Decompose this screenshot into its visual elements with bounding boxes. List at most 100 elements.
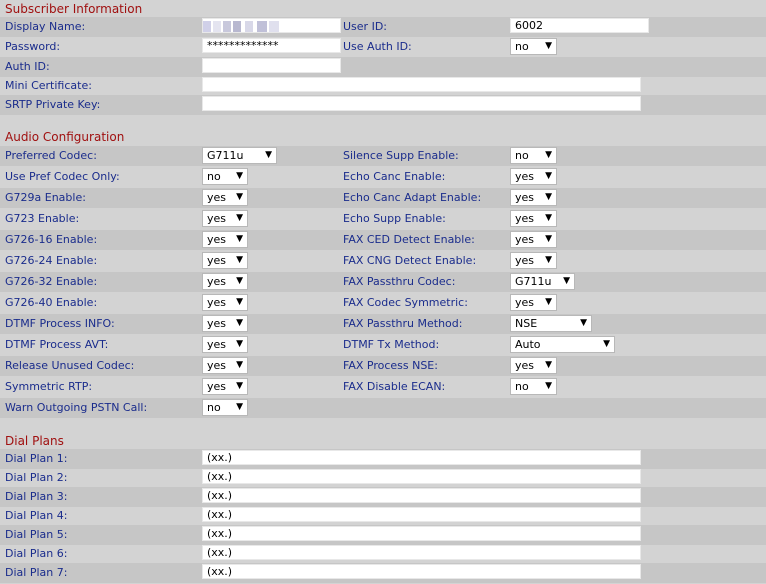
select-value: no <box>207 401 221 414</box>
audio-setting-select[interactable]: no ▼ <box>202 399 248 416</box>
audio-setting-select[interactable]: no ▼ <box>510 147 557 164</box>
dial-plan-field[interactable]: (xx.) <box>202 507 641 522</box>
audio-setting-label: FAX Passthru Method: <box>343 317 463 330</box>
dial-plan-label: Dial Plan 2: <box>5 471 68 484</box>
dial-plan-row: Dial Plan 2: (xx.) <box>0 468 766 488</box>
select-value: Auto <box>515 338 541 351</box>
audio-setting-select[interactable]: yes ▼ <box>202 252 248 269</box>
audio-setting-label: G726-32 Enable: <box>5 275 98 288</box>
auth-id-row: Auth ID: <box>0 57 766 77</box>
audio-config-row: Use Pref Codec Only: no ▼ Echo Canc Enable:… <box>0 167 766 187</box>
chevron-down-icon: ▼ <box>545 171 552 181</box>
mini-certificate-label: Mini Certificate: <box>5 79 92 92</box>
srtp-private-key-row: SRTP Private Key: <box>0 95 766 115</box>
chevron-down-icon: ▼ <box>236 234 243 244</box>
audio-setting-select[interactable]: yes ▼ <box>202 273 248 290</box>
audio-setting-select[interactable]: yes ▼ <box>202 231 248 248</box>
chevron-down-icon: ▼ <box>236 402 243 412</box>
dial-plan-row: Dial Plan 3: (xx.) <box>0 487 766 507</box>
audio-config-row: Release Unused Codec: yes ▼ FAX Process NSE… <box>0 356 766 376</box>
audio-setting-select[interactable]: NSE ▼ <box>510 315 592 332</box>
select-value: no <box>515 40 529 53</box>
audio-setting-select[interactable]: yes ▼ <box>202 378 248 395</box>
chevron-down-icon: ▼ <box>603 339 610 349</box>
display-name-label: Display Name: <box>5 20 86 33</box>
audio-setting-label: DTMF Tx Method: <box>343 338 440 351</box>
dial-plan-field[interactable]: (xx.) <box>202 526 641 541</box>
chevron-down-icon: ▼ <box>545 213 552 223</box>
chevron-down-icon: ▼ <box>545 255 552 265</box>
dial-plan-row: Dial Plan 5: (xx.) <box>0 525 766 545</box>
audio-setting-label: FAX CNG Detect Enable: <box>343 254 477 267</box>
dial-plan-row: Dial Plan 4: (xx.) <box>0 506 766 526</box>
audio-setting-select[interactable]: yes ▼ <box>510 168 557 185</box>
dial-plan-field[interactable]: (xx.) <box>202 564 641 579</box>
audio-config-row: Symmetric RTP: yes ▼ FAX Disable ECAN: no ▼ <box>0 377 766 397</box>
audio-setting-select[interactable]: yes ▼ <box>202 336 248 353</box>
dial-plan-field[interactable]: (xx.) <box>202 545 641 560</box>
display-name-row: Display Name: User ID: 6002 <box>0 17 766 37</box>
audio-setting-select[interactable]: yes ▼ <box>202 315 248 332</box>
mini-certificate-field[interactable] <box>202 77 641 92</box>
audio-setting-label: G729a Enable: <box>5 191 86 204</box>
dial-plan-field[interactable]: (xx.) <box>202 450 641 465</box>
dial-plan-field[interactable]: (xx.) <box>202 488 641 503</box>
audio-setting-select[interactable]: yes ▼ <box>510 189 557 206</box>
audio-setting-select[interactable]: no ▼ <box>510 378 557 395</box>
audio-setting-label: Use Pref Codec Only: <box>5 170 120 183</box>
select-value: G711u <box>207 149 244 162</box>
select-value: yes <box>515 254 535 267</box>
display-name-field[interactable] <box>202 18 341 33</box>
audio-setting-select[interactable]: yes ▼ <box>202 189 248 206</box>
dial-plan-label: Dial Plan 1: <box>5 452 68 465</box>
dial-plans-section-title: Dial Plans <box>5 434 64 448</box>
dial-plan-label: Dial Plan 4: <box>5 509 68 522</box>
audio-setting-label: FAX Passthru Codec: <box>343 275 456 288</box>
audio-config-row: Warn Outgoing PSTN Call: no ▼ <box>0 398 766 418</box>
auth-id-field[interactable] <box>202 58 341 73</box>
chevron-down-icon: ▼ <box>236 318 243 328</box>
audio-setting-label: FAX Process NSE: <box>343 359 438 372</box>
user-id-label: User ID: <box>343 20 387 33</box>
audio-setting-label: Symmetric RTP: <box>5 380 93 393</box>
dial-plan-field[interactable]: (xx.) <box>202 469 641 484</box>
audio-setting-select[interactable]: G711u ▼ <box>202 147 277 164</box>
audio-setting-label: Silence Supp Enable: <box>343 149 459 162</box>
password-field[interactable]: ************* <box>202 38 341 53</box>
audio-setting-select[interactable]: no ▼ <box>202 168 248 185</box>
audio-setting-label: G726-40 Enable: <box>5 296 98 309</box>
audio-setting-select[interactable]: yes ▼ <box>510 357 557 374</box>
audio-config-row: G729a Enable: yes ▼ Echo Canc Adapt Enable:… <box>0 188 766 208</box>
chevron-down-icon: ▼ <box>236 276 243 286</box>
audio-setting-select[interactable]: yes ▼ <box>202 210 248 227</box>
audio-config-row: G726-16 Enable: yes ▼ FAX CED Detect Enable… <box>0 230 766 250</box>
audio-setting-select[interactable]: yes ▼ <box>202 294 248 311</box>
audio-setting-label: Preferred Codec: <box>5 149 97 162</box>
mini-certificate-row: Mini Certificate: <box>0 76 766 96</box>
audio-setting-label: Echo Canc Enable: <box>343 170 446 183</box>
audio-setting-label: FAX CED Detect Enable: <box>343 233 475 246</box>
password-label: Password: <box>5 40 61 53</box>
chevron-down-icon: ▼ <box>236 297 243 307</box>
select-value: yes <box>207 296 227 309</box>
select-value: yes <box>515 170 535 183</box>
audio-setting-select[interactable]: yes ▼ <box>202 357 248 374</box>
select-value: G711u <box>515 275 552 288</box>
select-value: NSE <box>515 317 538 330</box>
redacted-display-name <box>203 21 281 32</box>
audio-setting-select[interactable]: yes ▼ <box>510 231 557 248</box>
audio-setting-select[interactable]: yes ▼ <box>510 210 557 227</box>
chevron-down-icon: ▼ <box>545 192 552 202</box>
use-auth-id-select[interactable]: no ▼ <box>510 38 557 55</box>
srtp-private-key-field[interactable] <box>202 96 641 111</box>
chevron-down-icon: ▼ <box>580 318 587 328</box>
audio-setting-select[interactable]: yes ▼ <box>510 252 557 269</box>
audio-setting-label: Echo Supp Enable: <box>343 212 446 225</box>
user-id-field[interactable]: 6002 <box>510 18 649 33</box>
select-value: yes <box>515 359 535 372</box>
audio-setting-select[interactable]: Auto ▼ <box>510 336 615 353</box>
audio-setting-select[interactable]: G711u ▼ <box>510 273 575 290</box>
audio-setting-select[interactable]: yes ▼ <box>510 294 557 311</box>
audio-setting-label: DTMF Process INFO: <box>5 317 115 330</box>
chevron-down-icon: ▼ <box>236 381 243 391</box>
